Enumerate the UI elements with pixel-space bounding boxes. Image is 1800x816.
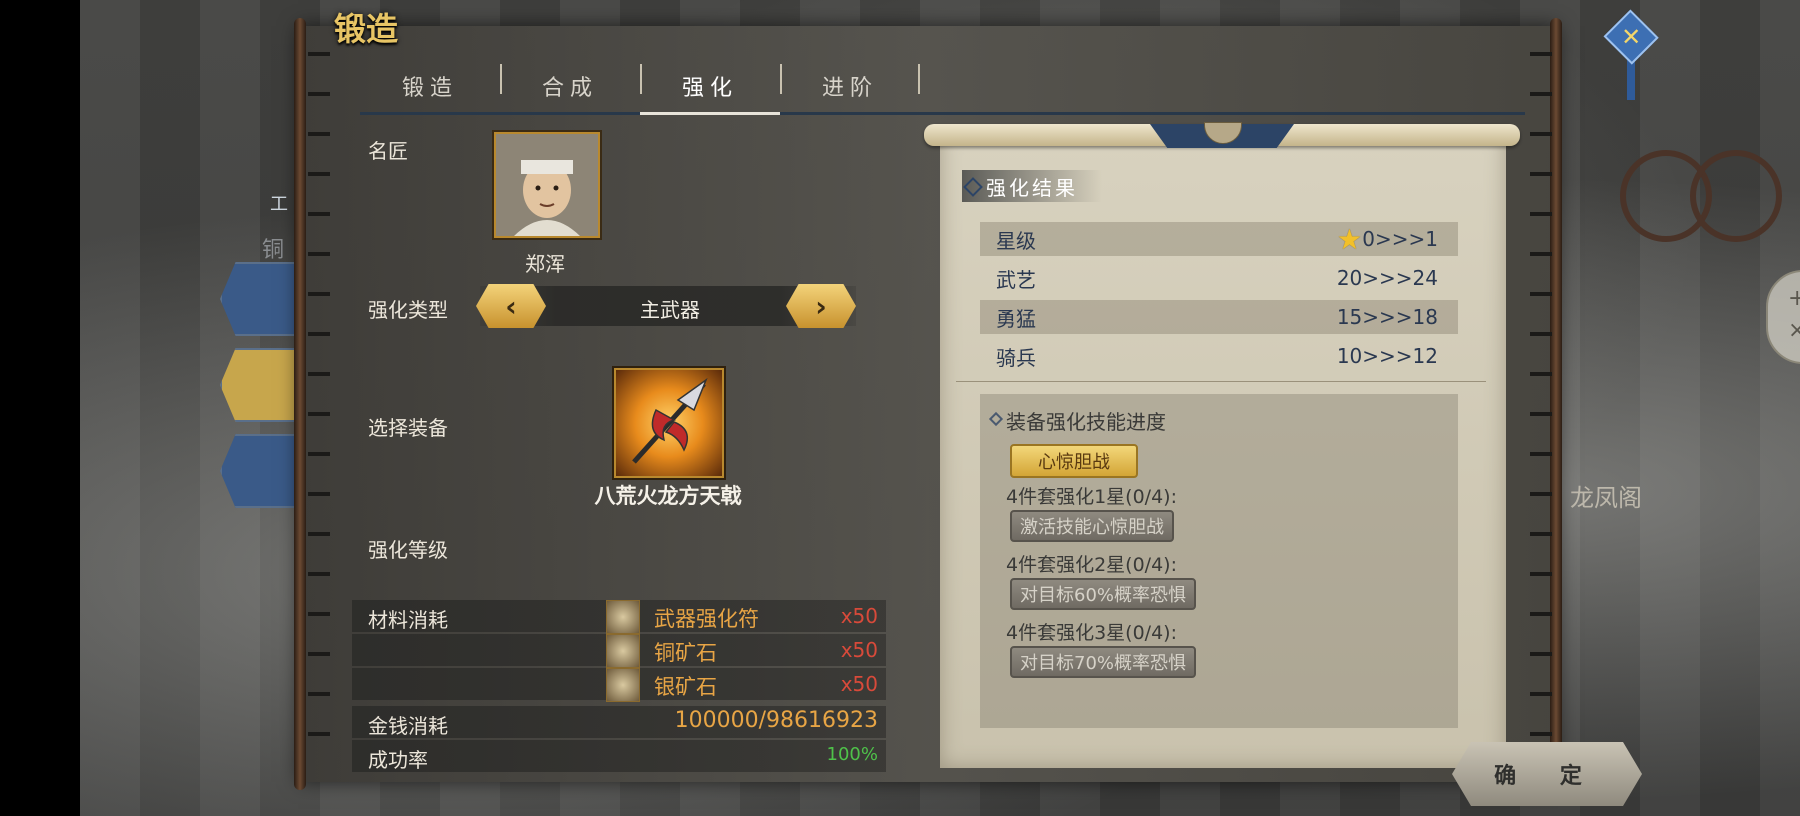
stat-value: 0>>>1 [1362, 227, 1438, 251]
confirm-label: 确 定 [1494, 764, 1600, 789]
skill-name-badge[interactable]: 心惊胆战 [1010, 444, 1138, 478]
stat-name: 骑兵 [996, 345, 1036, 370]
close-icon[interactable]: × [1788, 318, 1800, 343]
gold-label: 金钱消耗 [368, 714, 448, 738]
skill-progress-title: 装备强化技能进度 [1006, 410, 1166, 434]
enhance-type-label: 强化类型 [368, 298, 448, 322]
stat-value: 10>>>12 [1336, 344, 1438, 368]
confirm-button[interactable]: 确 定 [1452, 742, 1642, 806]
enhance-level-label: 强化等级 [368, 538, 448, 562]
stat-name: 勇猛 [996, 306, 1036, 331]
close-button[interactable]: ✕ [1603, 4, 1659, 100]
wheel-decoration [1690, 150, 1782, 242]
skill-requirement: 4件套强化1星(0/4): [1006, 486, 1177, 508]
prev-type-button[interactable]: ‹ [476, 284, 546, 328]
material-qty: x50 [840, 638, 878, 662]
talisman-icon [606, 600, 640, 634]
success-label: 成功率 [368, 748, 428, 772]
skill-effect-tag: 激活技能心惊胆战 [1010, 510, 1174, 542]
copper-ore-icon [606, 634, 640, 668]
material-name: 武器强化符 [654, 607, 759, 631]
material-qty: x50 [840, 672, 878, 696]
stat-row-martial: 武艺 20>>>24 [980, 261, 1458, 295]
stat-row-valor: 勇猛 15>>>18 [980, 300, 1458, 334]
skill-effect-tag: 对目标60%概率恐惧 [1010, 578, 1197, 610]
scroll-rod [294, 18, 306, 790]
star-icon: ★ [1336, 222, 1362, 256]
next-type-button[interactable]: › [786, 284, 856, 328]
enhance-type-value: 主武器 [640, 298, 700, 322]
stat-value: 20>>>24 [1336, 266, 1438, 290]
skill-effect-tag: 对目标70%概率恐惧 [1010, 646, 1197, 678]
side-nav-label: 工 [270, 194, 288, 215]
building-label: 龙凤阁 [1570, 484, 1642, 512]
skill-requirement: 4件套强化3星(0/4): [1006, 622, 1177, 644]
stat-value: 15>>>18 [1336, 305, 1438, 329]
select-equip-label: 选择装备 [368, 416, 448, 440]
divider [956, 381, 1486, 382]
stat-name: 武艺 [996, 267, 1036, 292]
tab-enhance[interactable]: 强化 [640, 60, 780, 115]
stat-row-cavalry: 骑兵 10>>>12 [980, 339, 1458, 373]
material-name: 铜矿石 [654, 641, 717, 665]
tab-forge[interactable]: 锻造 [360, 60, 500, 112]
craftsman-label: 名匠 [368, 139, 408, 163]
silver-ore-icon [606, 668, 640, 702]
side-nav-label: 铜 [262, 238, 285, 263]
success-value: 100% [826, 744, 878, 765]
stat-row-star: 星级 ★ 0>>>1 [980, 222, 1458, 256]
stat-name: 星级 [996, 228, 1036, 253]
materials-label: 材料消耗 [368, 608, 448, 632]
skill-requirement: 4件套强化2星(0/4): [1006, 554, 1177, 576]
material-name: 银矿石 [654, 675, 717, 699]
chevron-right-icon: › [815, 289, 827, 323]
tab-bar: 锻造 合成 强化 进阶 [360, 60, 1525, 115]
craftsman-portrait[interactable] [494, 132, 600, 238]
equip-name: 八荒火龙方天戟 [594, 484, 742, 508]
tab-advance[interactable]: 进阶 [780, 60, 920, 112]
craftsman-name: 郑浑 [525, 252, 565, 276]
scroll-binding [1530, 30, 1552, 770]
scroll-binding [308, 30, 330, 770]
halberd-equip-slot[interactable] [614, 368, 724, 478]
gold-value: 100000/98616923 [674, 708, 878, 733]
close-icon[interactable]: ✕ [1603, 9, 1659, 65]
result-header: 强化结果 [986, 176, 1078, 200]
chevron-left-icon: ‹ [505, 289, 517, 323]
window-title: 锻造 [334, 10, 399, 48]
tab-combine[interactable]: 合成 [500, 60, 640, 112]
material-qty: x50 [840, 604, 878, 628]
plus-icon[interactable]: + [1788, 286, 1800, 311]
